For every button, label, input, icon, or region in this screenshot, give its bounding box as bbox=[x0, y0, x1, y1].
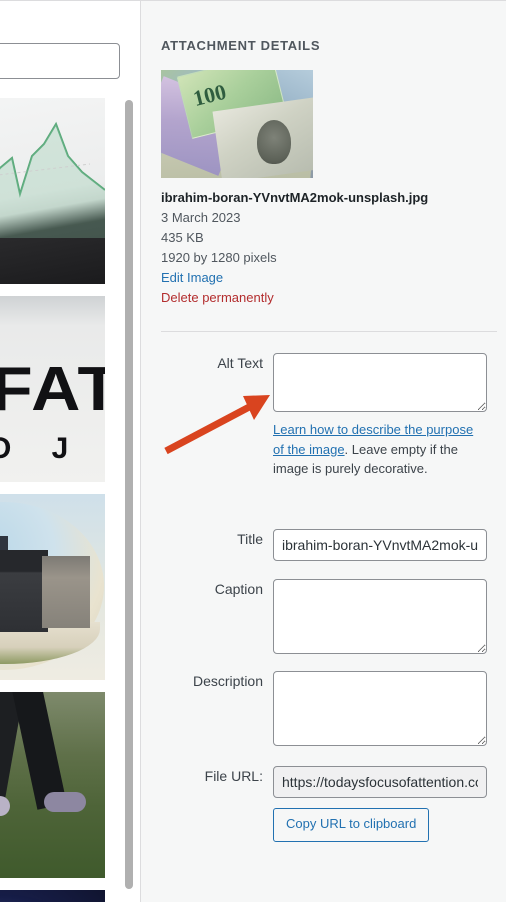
caption-field-row: Caption bbox=[161, 579, 497, 654]
panel-title: ATTACHMENT DETAILS bbox=[161, 38, 321, 53]
thumbnail-laptop-chart[interactable] bbox=[0, 98, 105, 284]
thumbnail-houses-sphere[interactable] bbox=[0, 494, 105, 680]
title-field-row: Title bbox=[161, 529, 497, 561]
banknote-denomination: 100 bbox=[190, 78, 229, 112]
attachment-thumbnail[interactable]: 100 bbox=[161, 70, 313, 178]
description-field-row: Description bbox=[161, 671, 497, 746]
attachment-filename: ibrahim-boran-YVnvtMA2mok-unsplash.jpg bbox=[161, 190, 429, 205]
description-label: Description bbox=[192, 673, 263, 689]
attachment-details-panel: ATTACHMENT DETAILS 100 ibrahim-boran-YVn… bbox=[140, 1, 506, 902]
copy-url-to-clipboard-button[interactable]: Copy URL to clipboard bbox=[273, 808, 430, 842]
banknote-portrait-graphic bbox=[257, 120, 291, 164]
shoe-graphic-2 bbox=[44, 792, 86, 812]
alt-text-input[interactable] bbox=[273, 353, 487, 412]
attachment-dimensions: 1920 by 1280 pixels bbox=[161, 249, 277, 265]
alt-text-field-row: Alt Text Learn how to describe the purpo… bbox=[161, 353, 497, 479]
media-search-row bbox=[0, 43, 120, 79]
media-scrollbar-thumb[interactable] bbox=[125, 100, 133, 889]
attachment-details-modal: T FAT R O J bbox=[0, 0, 506, 902]
edit-image-link[interactable]: Edit Image bbox=[161, 268, 491, 288]
title-control bbox=[273, 529, 497, 561]
thumbnail-list: T FAT R O J bbox=[0, 98, 105, 902]
shoe-graphic-1 bbox=[0, 796, 10, 816]
file-url-input[interactable] bbox=[273, 766, 487, 798]
house-graphic-2 bbox=[0, 550, 48, 632]
attachment-info: 100 ibrahim-boran-YVnvtMA2mok-unsplash.j… bbox=[161, 70, 491, 308]
media-library-grid: T FAT R O J bbox=[0, 1, 140, 902]
file-url-label: File URL: bbox=[204, 768, 263, 784]
poster-headline: T FAT bbox=[0, 355, 105, 424]
search-input[interactable] bbox=[0, 43, 120, 79]
thumbnail-blue-swirl[interactable] bbox=[0, 890, 105, 902]
caption-label: Caption bbox=[214, 581, 263, 597]
attachment-filesize: 435 KB bbox=[161, 229, 204, 245]
caption-input[interactable] bbox=[273, 579, 487, 654]
file-url-field-row: File URL: Copy URL to clipboard bbox=[161, 766, 497, 842]
title-input[interactable] bbox=[273, 529, 487, 561]
chart-line-graphic bbox=[0, 121, 105, 238]
alt-text-label: Alt Text bbox=[217, 355, 263, 371]
attachment-date: 3 March 2023 bbox=[161, 209, 241, 225]
caption-control bbox=[273, 579, 497, 654]
delete-permanently-link[interactable]: Delete permanently bbox=[161, 288, 491, 308]
section-divider bbox=[161, 331, 497, 332]
file-url-control: Copy URL to clipboard bbox=[273, 766, 497, 842]
alt-text-help: Learn how to describe the purpose of the… bbox=[273, 420, 487, 479]
house-graphic-3 bbox=[42, 556, 90, 628]
poster-subline: R O J bbox=[0, 432, 85, 465]
description-input[interactable] bbox=[273, 671, 487, 746]
title-label: Title bbox=[237, 531, 263, 547]
description-control bbox=[273, 671, 497, 746]
thumbnail-walking-grass[interactable] bbox=[0, 692, 105, 878]
thumbnail-fat-poster[interactable]: T FAT R O J bbox=[0, 296, 105, 482]
alt-text-control: Learn how to describe the purpose of the… bbox=[273, 353, 497, 479]
